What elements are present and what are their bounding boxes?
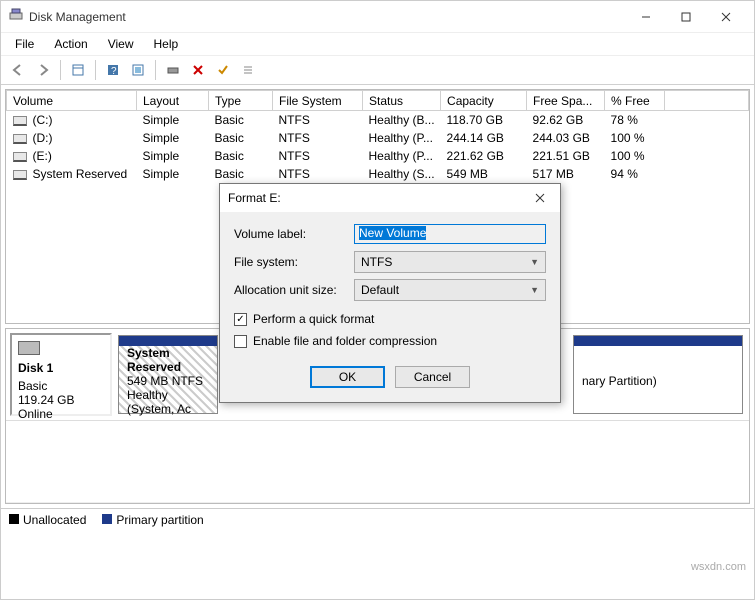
checkbox-icon: ✓ [234,313,247,326]
menu-action[interactable]: Action [46,35,95,53]
compression-checkbox[interactable]: Enable file and folder compression [234,334,546,348]
svg-text:?: ? [111,66,117,77]
dialog-titlebar: Format E: [220,184,560,212]
legend-unallocated: Unallocated [9,513,86,527]
filesystem-combo[interactable]: NTFS▼ [354,251,546,273]
table-row[interactable]: (D:)SimpleBasicNTFSHealthy (P...244.14 G… [7,129,749,147]
col-status[interactable]: Status [363,91,441,111]
menubar: File Action View Help [1,33,754,55]
back-icon[interactable] [7,59,29,81]
menu-view[interactable]: View [100,35,142,53]
partition-size: 549 MB NTFS [127,374,209,388]
close-button[interactable] [706,3,746,31]
menu-file[interactable]: File [7,35,42,53]
label-volume: Volume label: [234,227,354,241]
col-pct[interactable]: % Free [605,91,665,111]
ok-button[interactable]: OK [310,366,385,388]
legend-bar: Unallocated Primary partition [1,508,754,530]
col-type[interactable]: Type [209,91,273,111]
maximize-button[interactable] [666,3,706,31]
drive-icon [13,152,27,162]
format-dialog: Format E: Volume label: New Volume File … [219,183,561,403]
disk-type: Basic [18,379,104,393]
disk-size: 119.24 GB [18,393,104,407]
drive-icon [13,170,27,180]
window-title: Disk Management [29,10,626,24]
disk-info-box[interactable]: Disk 1 Basic 119.24 GB Online [10,333,112,416]
dialog-title: Format E: [228,191,528,205]
show-icon[interactable] [67,59,89,81]
partition-primary[interactable]: nary Partition) [573,335,743,414]
volume-label-input[interactable]: New Volume [354,224,546,244]
app-icon [9,8,23,25]
col-fs[interactable]: File System [273,91,363,111]
disk-name: Disk 1 [18,361,104,375]
refresh-icon[interactable] [127,59,149,81]
disk-status: Online [18,407,104,421]
minimize-button[interactable] [626,3,666,31]
forward-icon[interactable] [32,59,54,81]
quick-format-checkbox[interactable]: ✓ Perform a quick format [234,312,546,326]
chevron-down-icon: ▼ [530,257,539,267]
partition-system-reserved[interactable]: System Reserved 549 MB NTFS Healthy (Sys… [118,335,218,414]
toolbar: ? [1,55,754,85]
dialog-close-button[interactable] [528,188,552,208]
drive-icon [13,116,27,126]
chevron-down-icon: ▼ [530,285,539,295]
app-window: Disk Management File Action View Help ? [0,0,755,600]
drive-icon [13,134,27,144]
label-allocation: Allocation unit size: [234,283,354,297]
label-filesystem: File system: [234,255,354,269]
settings-icon[interactable] [162,59,184,81]
titlebar: Disk Management [1,1,754,33]
cancel-button[interactable]: Cancel [395,366,470,388]
table-row[interactable]: (C:)SimpleBasicNTFSHealthy (B...118.70 G… [7,111,749,130]
list-icon[interactable] [237,59,259,81]
help-icon[interactable]: ? [102,59,124,81]
table-row[interactable]: System ReservedSimpleBasicNTFSHealthy (S… [7,165,749,183]
col-volume[interactable]: Volume [7,91,137,111]
watermark-text: wsxdn.com [691,561,746,573]
partition-title: System Reserved [127,346,209,374]
partition-status: nary Partition) [582,374,734,388]
volume-table: Volume Layout Type File System Status Ca… [6,90,749,183]
col-capacity[interactable]: Capacity [441,91,527,111]
partition-status: Healthy (System, Ac [127,388,209,416]
table-row[interactable]: (E:)SimpleBasicNTFSHealthy (P...221.62 G… [7,147,749,165]
col-layout[interactable]: Layout [137,91,209,111]
disk-icon [18,341,40,355]
allocation-combo[interactable]: Default▼ [354,279,546,301]
check-icon[interactable] [212,59,234,81]
col-free[interactable]: Free Spa... [527,91,605,111]
checkbox-icon [234,335,247,348]
legend-primary: Primary partition [102,513,203,527]
delete-icon[interactable] [187,59,209,81]
col-spacer [665,91,749,111]
menu-help[interactable]: Help [146,35,187,53]
table-header-row: Volume Layout Type File System Status Ca… [7,91,749,111]
